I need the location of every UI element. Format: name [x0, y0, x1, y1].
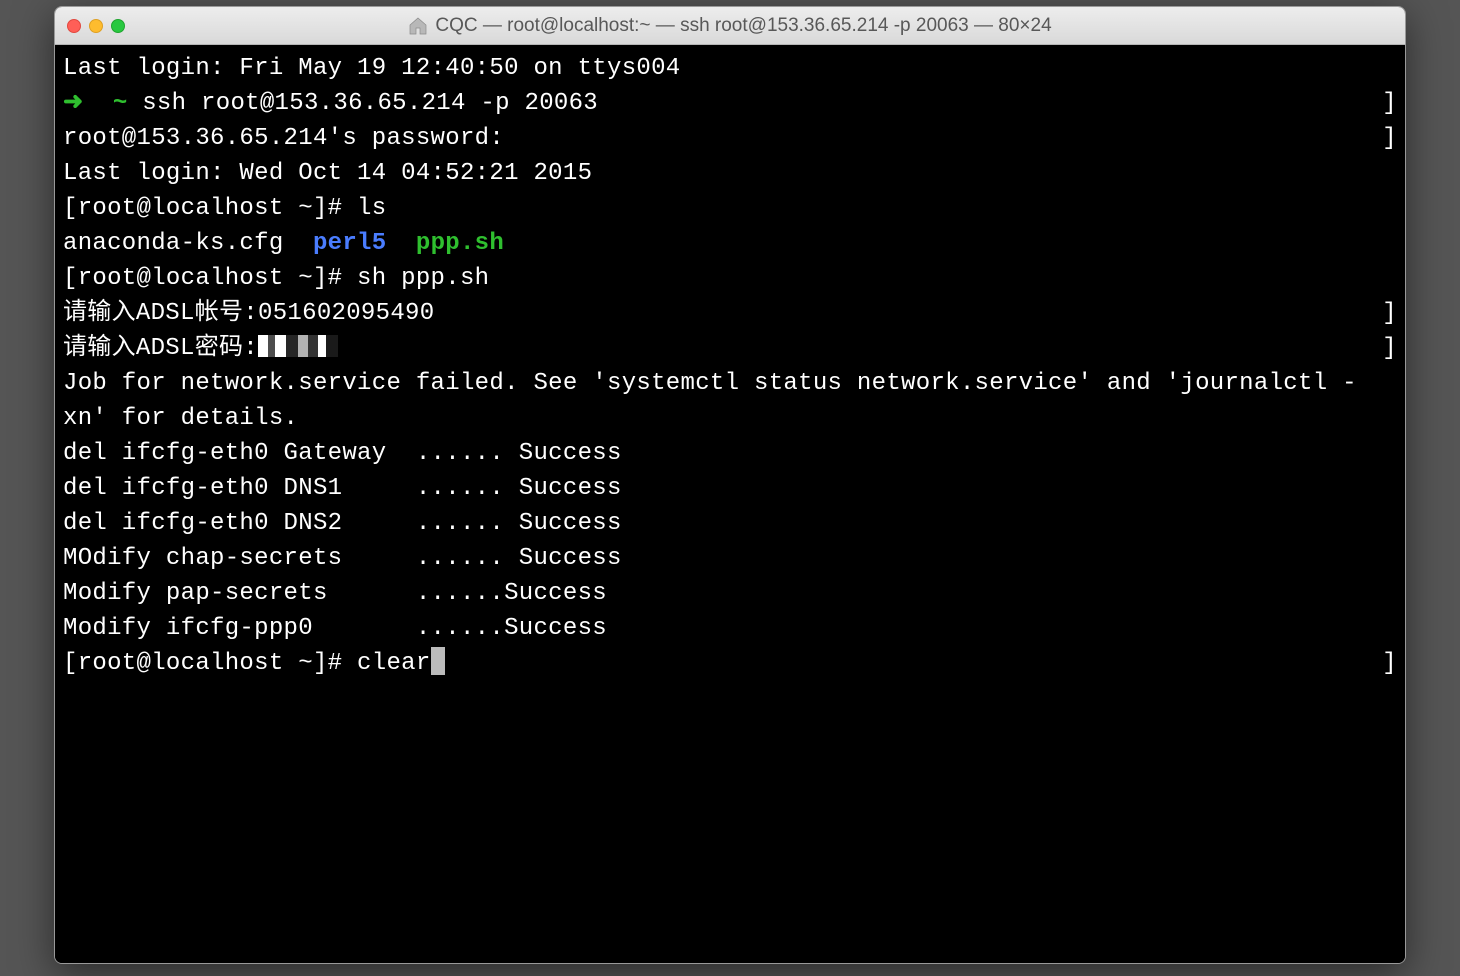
password-prompt: root@153.36.65.214's password:: [63, 121, 504, 156]
bracket-end: ]: [1382, 86, 1397, 121]
terminal-window: CQC — root@localhost:~ — ssh root@153.36…: [54, 6, 1406, 964]
bracket-end: ]: [1382, 121, 1397, 156]
status-row: Modify ifcfg-ppp0 ......Success: [63, 611, 1397, 646]
adsl-pwd-prompt: 请输入ADSL密码:: [63, 335, 258, 362]
censored-password: [258, 335, 338, 357]
shell-prompt: [root@localhost ~]#: [63, 650, 357, 677]
close-button[interactable]: [67, 19, 81, 33]
bracket-end: ]: [1382, 646, 1397, 681]
maximize-button[interactable]: [111, 19, 125, 33]
status-row: del ifcfg-eth0 DNS2 ...... Success: [63, 506, 1397, 541]
title-wrap: CQC — root@localhost:~ — ssh root@153.36…: [67, 15, 1393, 37]
status-row: del ifcfg-eth0 DNS1 ...... Success: [63, 471, 1397, 506]
sh-command: sh ppp.sh: [357, 265, 489, 292]
terminal-content[interactable]: Last login: Fri May 19 12:40:50 on ttys0…: [55, 45, 1405, 963]
file-perl5: perl5: [313, 230, 387, 257]
clear-command: clear: [357, 650, 431, 677]
adsl-account-value: 051602095490: [258, 300, 434, 327]
ssh-command: ssh root@153.36.65.214 -p 20063: [142, 90, 598, 117]
home-icon: [408, 17, 428, 35]
file-anaconda: anaconda-ks.cfg: [63, 230, 284, 257]
titlebar[interactable]: CQC — root@localhost:~ — ssh root@153.36…: [55, 7, 1405, 45]
status-row: del ifcfg-eth0 Gateway ...... Success: [63, 436, 1397, 471]
network-fail-msg: Job for network.service failed. See 'sys…: [63, 366, 1397, 436]
status-row: MOdify chap-secrets ...... Success: [63, 541, 1397, 576]
file-ppp: ppp.sh: [416, 230, 504, 257]
bracket-end: ]: [1382, 331, 1397, 366]
window-title: CQC — root@localhost:~ — ssh root@153.36…: [435, 15, 1051, 37]
bracket-end: ]: [1382, 296, 1397, 331]
prompt-arrow: ➜: [63, 90, 83, 117]
adsl-account-prompt: 请输入ADSL帐号:: [63, 300, 258, 327]
cursor-icon: [431, 647, 445, 675]
shell-prompt: [root@localhost ~]#: [63, 265, 357, 292]
prompt-tilde: ~: [113, 90, 128, 117]
last-login-local: Last login: Fri May 19 12:40:50 on ttys0…: [63, 51, 1397, 86]
traffic-lights: [67, 19, 125, 33]
last-login-remote: Last login: Wed Oct 14 04:52:21 2015: [63, 156, 1397, 191]
shell-prompt: [root@localhost ~]#: [63, 195, 357, 222]
ls-command: ls: [357, 195, 386, 222]
minimize-button[interactable]: [89, 19, 103, 33]
status-row: Modify pap-secrets ......Success: [63, 576, 1397, 611]
